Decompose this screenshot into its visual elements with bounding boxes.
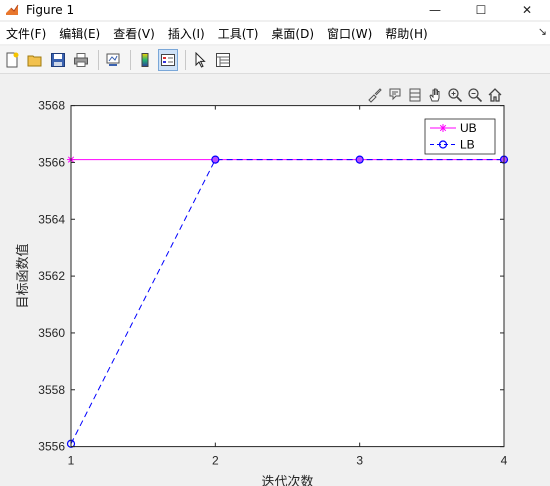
close-button[interactable]: ✕ bbox=[504, 0, 550, 20]
menu-file[interactable]: 文件(F) bbox=[0, 25, 53, 42]
menu-window[interactable]: 窗口(W) bbox=[321, 25, 379, 42]
open-file-icon[interactable] bbox=[25, 49, 45, 71]
figure-canvas: 3556 3558 3560 3562 3564 3566 3568 1 2 3 4 目标函数值 迭… bbox=[0, 75, 550, 486]
new-figure-icon[interactable] bbox=[2, 49, 22, 71]
y-tick-label-6: 3568 bbox=[38, 99, 65, 113]
zoom-out-icon[interactable] bbox=[466, 86, 483, 103]
rotate-icon[interactable] bbox=[406, 86, 423, 103]
minimize-icon: — bbox=[429, 3, 441, 17]
menu-help[interactable]: 帮助(H) bbox=[379, 25, 434, 42]
minimize-button[interactable]: — bbox=[412, 0, 458, 20]
y-tick-label-0: 3556 bbox=[38, 440, 65, 454]
save-icon[interactable] bbox=[48, 49, 68, 71]
data-tips-icon[interactable] bbox=[386, 86, 403, 103]
brush-icon[interactable] bbox=[366, 86, 383, 103]
menu-desktop[interactable]: 桌面(D) bbox=[265, 25, 321, 42]
x-tick-label-0: 1 bbox=[68, 454, 75, 468]
toolbar-separator bbox=[185, 49, 186, 70]
axes-toolbar bbox=[366, 86, 503, 103]
menu-tools[interactable]: 工具(T) bbox=[212, 25, 266, 42]
x-tick-label-1: 2 bbox=[212, 454, 219, 468]
print-icon[interactable] bbox=[71, 49, 91, 71]
legend-label-lb: LB bbox=[460, 138, 475, 152]
y-tick-label-5: 3566 bbox=[38, 155, 65, 169]
toolbar-separator bbox=[130, 49, 131, 70]
line-chart: 3556 3558 3560 3562 3564 3566 3568 1 2 3 4 目标函数值 迭… bbox=[15, 99, 509, 486]
dock-arrow-icon[interactable]: ↘ bbox=[538, 25, 547, 38]
lb-marker-1 bbox=[211, 155, 220, 164]
maximize-button[interactable]: ☐ bbox=[458, 0, 504, 20]
legend[interactable]: UB LB bbox=[424, 118, 496, 155]
matlab-icon bbox=[6, 4, 19, 15]
y-tick-label-4: 3564 bbox=[38, 212, 65, 226]
menu-insert[interactable]: 插入(I) bbox=[162, 25, 212, 42]
menu-bar: 文件(F) 编辑(E) 查看(V) 插入(I) 工具(T) 桌面(D) 窗口(W… bbox=[0, 22, 550, 44]
lb-marker-2 bbox=[355, 155, 364, 164]
zoom-in-icon[interactable] bbox=[446, 86, 463, 103]
maximize-icon: ☐ bbox=[475, 3, 487, 17]
legend-icon[interactable] bbox=[158, 48, 178, 71]
legend-label-ub: UB bbox=[460, 121, 477, 135]
colorbar-icon[interactable] bbox=[135, 49, 155, 71]
window-title: Figure 1 bbox=[26, 3, 75, 17]
pan-icon[interactable] bbox=[426, 86, 443, 103]
close-icon: ✕ bbox=[521, 3, 533, 17]
property-inspector-icon[interactable] bbox=[213, 49, 233, 71]
y-tick-label-2: 3560 bbox=[38, 326, 65, 340]
pointer-icon[interactable] bbox=[190, 49, 210, 71]
y-tick-label-3: 3562 bbox=[38, 269, 65, 283]
x-tick-label-3: 4 bbox=[501, 454, 508, 468]
figure-toolbar bbox=[0, 46, 550, 74]
toolbar-separator bbox=[98, 49, 99, 70]
x-tick-label-2: 3 bbox=[356, 454, 363, 468]
menu-view[interactable]: 查看(V) bbox=[107, 25, 162, 42]
y-axis-title: 目标函数值 bbox=[15, 243, 31, 308]
x-axis-title: 迭代次数 bbox=[261, 474, 313, 486]
axes-background bbox=[71, 105, 504, 447]
home-icon[interactable] bbox=[486, 86, 503, 103]
link-plot-icon[interactable] bbox=[103, 49, 123, 71]
title-bar: Figure 1 — ☐ ✕ bbox=[0, 0, 550, 20]
y-tick-label-1: 3558 bbox=[38, 383, 65, 397]
menu-edit[interactable]: 编辑(E) bbox=[53, 25, 107, 42]
